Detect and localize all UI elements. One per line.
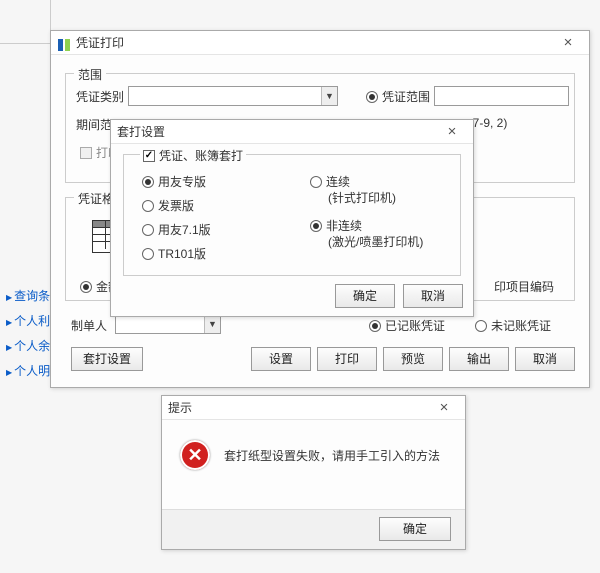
voucher-type-label: 凭证类别 <box>76 88 124 105</box>
opt-noncontinuous-radio[interactable]: 非连续 <box>310 217 362 234</box>
opt-continuous-radio[interactable]: 连续 <box>310 173 350 190</box>
error-icon: ✕ <box>180 440 210 470</box>
titlebar[interactable]: 套打设置 × <box>111 120 473 144</box>
unposted-radio[interactable]: 未记账凭证 <box>475 317 551 334</box>
left-nav: 查询条 个人利 个人余 个人明 <box>0 283 50 383</box>
print-item-code-label: 印项目编码 <box>494 278 554 295</box>
opt-yonyou-radio[interactable]: 用友专版 <box>142 173 206 190</box>
titlebar[interactable]: 提示 × <box>162 396 465 420</box>
window-title: 套打设置 <box>117 120 437 144</box>
voucher-type-combo[interactable]: ▼ <box>128 86 338 106</box>
enable-setprint-check[interactable]: 凭证、账簿套打 <box>140 147 246 164</box>
chevron-down-icon[interactable]: ▼ <box>204 315 220 333</box>
message-text: 套打纸型设置失败，请用手工引入的方法 <box>224 447 440 464</box>
app-icon <box>57 36 71 50</box>
scope-legend: 范围 <box>74 66 106 83</box>
window-title: 凭证打印 <box>76 31 553 55</box>
message-window: 提示 × ✕ 套打纸型设置失败，请用手工引入的方法 确定 <box>161 395 466 550</box>
preview-button[interactable]: 预览 <box>383 347 443 371</box>
opt-71-radio[interactable]: 用友7.1版 <box>142 221 211 238</box>
window-title: 提示 <box>168 396 429 420</box>
nav-item[interactable]: 个人明 <box>0 358 50 383</box>
voucher-range-radio[interactable]: 凭证范围 <box>366 88 430 105</box>
nav-item[interactable]: 查询条 <box>0 283 50 308</box>
print-button[interactable]: 打印 <box>317 347 377 371</box>
ok-button[interactable]: 确定 <box>379 517 451 541</box>
continuous-sub: (针式打印机) <box>328 189 396 206</box>
close-icon[interactable]: × <box>553 31 583 55</box>
voucher-range-input[interactable] <box>434 86 569 106</box>
titlebar[interactable]: 凭证打印 × <box>51 31 589 55</box>
setprint-button[interactable]: 套打设置 <box>71 347 143 371</box>
opt-invoice-radio[interactable]: 发票版 <box>142 197 194 214</box>
ok-button[interactable]: 确定 <box>335 284 395 308</box>
nav-item[interactable]: 个人利 <box>0 308 50 333</box>
noncontinuous-sub: (激光/喷墨打印机) <box>328 233 423 250</box>
maker-label: 制单人 <box>71 317 107 334</box>
nav-item[interactable]: 个人余 <box>0 333 50 358</box>
set-group: 凭证、账簿套打 用友专版 发票版 用友7.1版 TR101版 连续 (针式打印机… <box>123 154 461 276</box>
opt-tr101-radio[interactable]: TR101版 <box>142 245 206 262</box>
close-icon[interactable]: × <box>437 120 467 144</box>
maker-combo[interactable]: ▼ <box>115 314 221 334</box>
export-button[interactable]: 输出 <box>449 347 509 371</box>
close-icon[interactable]: × <box>429 396 459 420</box>
set-print-window: 套打设置 × 凭证、账簿套打 用友专版 发票版 用友7.1版 TR101版 连续… <box>110 119 474 317</box>
chevron-down-icon[interactable]: ▼ <box>321 87 337 105</box>
posted-radio[interactable]: 已记账凭证 <box>369 317 445 334</box>
cancel-button[interactable]: 取消 <box>515 347 575 371</box>
settings-button[interactable]: 设置 <box>251 347 311 371</box>
cancel-button[interactable]: 取消 <box>403 284 463 308</box>
